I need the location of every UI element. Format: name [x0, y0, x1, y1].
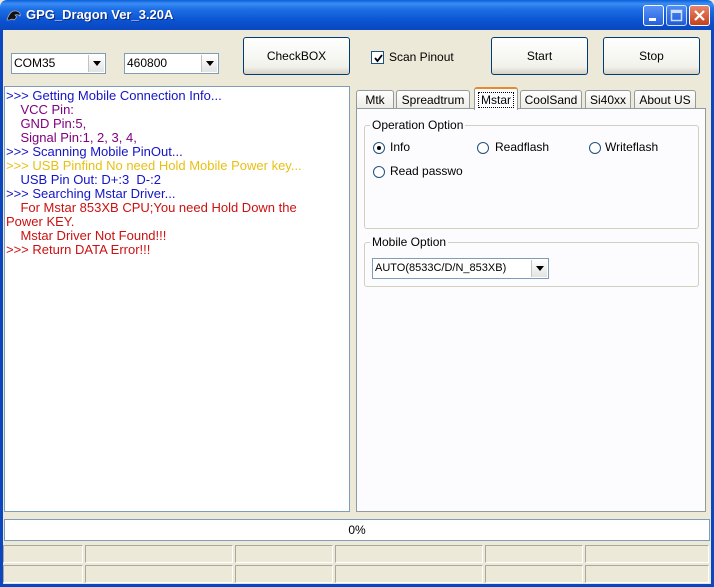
radio-readflash-label: Readflash	[495, 140, 550, 154]
status-cell	[335, 565, 483, 583]
port-value: COM35	[14, 56, 56, 70]
window-title: GPG_Dragon Ver_3.20A	[26, 7, 174, 22]
radio-writeflash-label: Writeflash	[605, 140, 659, 154]
mobile-option-title: Mobile Option	[370, 235, 449, 249]
mobile-option-group: Mobile Option AUTO(8533C/D/N_853XB)	[364, 235, 699, 287]
status-cell	[585, 565, 709, 583]
status-cell	[485, 565, 583, 583]
log-line: GND Pin:5,	[6, 116, 87, 131]
tab-about-us[interactable]: About US	[634, 90, 696, 109]
log-line: Signal Pin:1, 2, 3, 4,	[6, 130, 137, 145]
tab-mstar[interactable]: Mstar	[474, 87, 518, 110]
tab-coolsand[interactable]: CoolSand	[520, 90, 582, 109]
radio-info[interactable]	[373, 142, 385, 154]
log-line: USB Pin Out: D+:3 D-:2	[6, 172, 161, 187]
port-dropdown-arrow[interactable]	[88, 55, 104, 72]
status-cell	[585, 545, 709, 563]
operation-option-group: Operation Option Info Readflash Writefla…	[364, 118, 699, 229]
radio-readflash[interactable]	[477, 142, 489, 154]
scan-pinout-label: Scan Pinout	[389, 50, 454, 64]
status-cell	[85, 545, 233, 563]
minimize-button[interactable]	[643, 5, 664, 26]
mobile-model-value: AUTO(8533C/D/N_853XB)	[375, 262, 507, 274]
title-bar[interactable]: GPG_Dragon Ver_3.20A	[0, 0, 714, 30]
baud-combo[interactable]: 460800	[124, 53, 219, 74]
baud-dropdown-arrow[interactable]	[201, 55, 217, 72]
checkbox-button[interactable]: CheckBOX	[243, 37, 350, 75]
radio-read-password[interactable]	[373, 166, 385, 178]
log-line: >>> Getting Mobile Connection Info...	[6, 88, 222, 103]
start-button[interactable]: Start	[491, 37, 588, 75]
log-line: >>> Searching Mstar Driver...	[6, 186, 176, 201]
tab-strip: Mtk Spreadtrum Mstar CoolSand Si40xx Abo…	[356, 87, 702, 110]
mstar-tab-panel: Operation Option Info Readflash Writefla…	[356, 108, 706, 512]
log-line: VCC Pin:	[6, 102, 74, 117]
log-line: Power KEY.	[6, 214, 75, 229]
port-combo[interactable]: COM35	[11, 53, 106, 74]
log-output[interactable]: >>> Getting Mobile Connection Info... VC…	[4, 86, 350, 512]
status-cell	[235, 545, 333, 563]
status-cell	[3, 565, 83, 583]
scan-pinout-checkbox[interactable]	[371, 51, 384, 64]
maximize-button[interactable]	[666, 5, 687, 26]
status-cell	[485, 545, 583, 563]
log-line: >>> Scanning Mobile PinOut...	[6, 144, 183, 159]
mobile-model-combo[interactable]: AUTO(8533C/D/N_853XB)	[372, 258, 549, 279]
progress-bar: 0%	[4, 519, 710, 541]
radio-read-password-label: Read passwo	[390, 164, 463, 178]
tab-mtk[interactable]: Mtk	[356, 90, 394, 109]
status-cell	[3, 545, 83, 563]
status-cell	[335, 545, 483, 563]
log-line: >>> USB Pinfind No need Hold Mobile Powe…	[6, 158, 302, 173]
baud-value: 460800	[127, 56, 168, 70]
radio-writeflash[interactable]	[589, 142, 601, 154]
stop-button[interactable]: Stop	[603, 37, 700, 75]
log-line: For Mstar 853XB CPU;You need Hold Down t…	[6, 200, 297, 215]
status-bar	[3, 545, 711, 584]
status-cell	[85, 565, 233, 583]
mobile-model-dropdown-arrow[interactable]	[531, 260, 547, 277]
operation-option-title: Operation Option	[370, 118, 466, 132]
log-line: >>> Return DATA Error!!!	[6, 242, 151, 257]
app-dragon-icon	[6, 8, 22, 22]
tab-spreadtrum[interactable]: Spreadtrum	[396, 90, 470, 109]
progress-label: 0%	[348, 523, 366, 537]
tab-si40xx[interactable]: Si40xx	[585, 90, 631, 109]
close-button[interactable]	[689, 5, 710, 26]
log-line: Mstar Driver Not Found!!!	[6, 228, 167, 243]
status-cell	[235, 565, 333, 583]
radio-info-label: Info	[390, 140, 411, 154]
